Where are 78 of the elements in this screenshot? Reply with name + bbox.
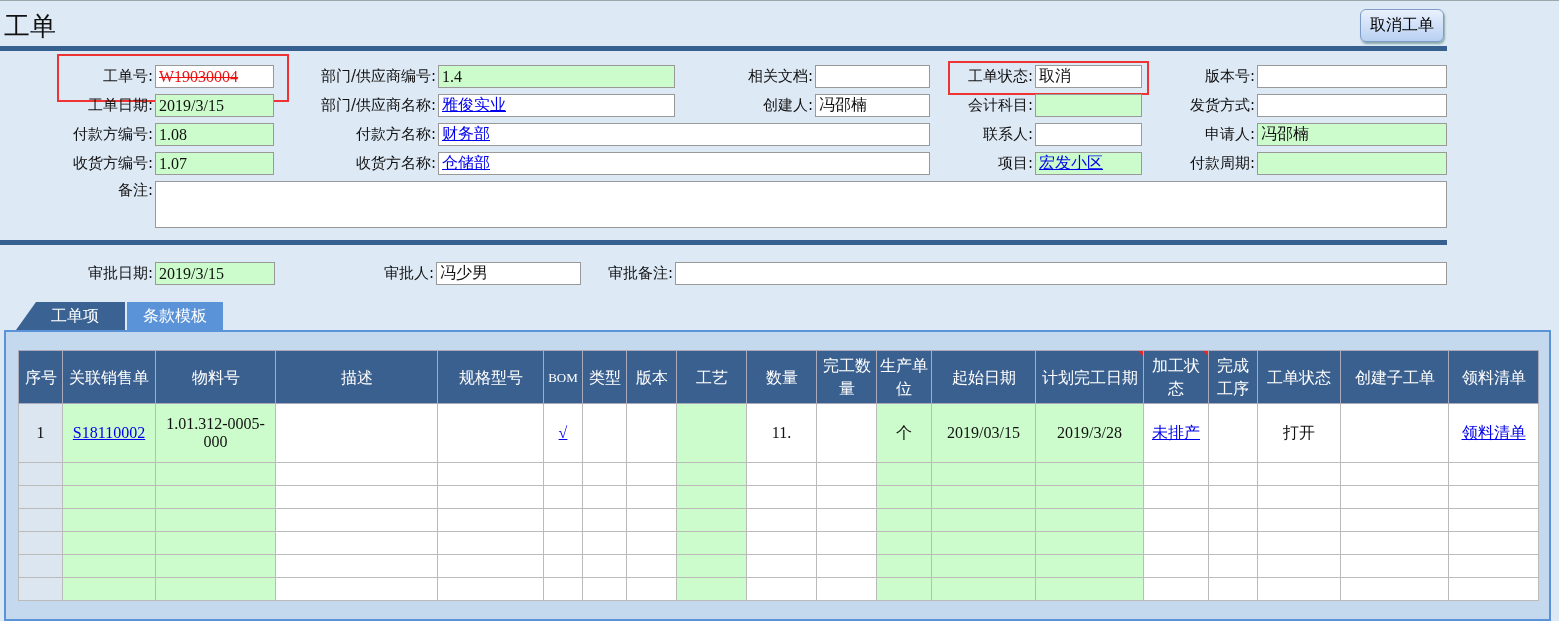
- link[interactable]: √: [558, 424, 568, 441]
- column-header: 完工数量: [816, 350, 877, 404]
- tab[interactable]: 工单项: [16, 302, 125, 330]
- field-label: 创建人:: [761, 96, 814, 115]
- column-header: 描述: [275, 350, 438, 404]
- column-header: 起始日期: [931, 350, 1036, 404]
- table-cell: 2019/3/28: [1035, 403, 1144, 463]
- column-header: 工单状态: [1257, 350, 1341, 404]
- field-label: 审批日期:: [86, 264, 154, 283]
- field-label: 审批人:: [382, 264, 435, 283]
- field-label: 申请人:: [1203, 125, 1256, 144]
- table-cell: 打开: [1257, 403, 1341, 463]
- field-label: 发货方式:: [1188, 96, 1256, 115]
- input-field[interactable]: 冯邵楠: [815, 94, 930, 117]
- table-cell: 1: [18, 403, 63, 463]
- column-header: 工艺: [676, 350, 747, 404]
- input-field[interactable]: 1.4: [438, 65, 675, 88]
- input-field[interactable]: 财务部: [438, 123, 930, 146]
- input-field[interactable]: W19030004: [155, 65, 274, 88]
- column-header: 序号: [18, 350, 63, 404]
- column-header: 关联销售单: [62, 350, 156, 404]
- field-label: 版本号:: [1203, 67, 1256, 86]
- input-field[interactable]: [1257, 65, 1447, 88]
- column-header: 计划完工日期: [1035, 350, 1144, 404]
- input-field[interactable]: 1.07: [155, 152, 274, 175]
- remarks-field[interactable]: [155, 181, 1447, 228]
- field-label: 收货方名称:: [354, 154, 437, 173]
- field-label: 付款周期:: [1188, 154, 1256, 173]
- input-field[interactable]: 雅俊实业: [438, 94, 675, 117]
- field-label: 部门/供应商编号:: [319, 67, 437, 86]
- column-header: 版本: [626, 350, 677, 404]
- link[interactable]: 财务部: [442, 124, 490, 145]
- input-field[interactable]: [675, 262, 1447, 285]
- field-label: 联系人:: [981, 125, 1034, 144]
- link[interactable]: 仓储部: [442, 153, 490, 174]
- table-cell: 2019/03/15: [931, 403, 1036, 463]
- column-header: 完成工序: [1208, 350, 1258, 404]
- column-header: 物料号: [155, 350, 276, 404]
- column-header: 类型: [582, 350, 627, 404]
- input-field[interactable]: 取消: [1035, 65, 1142, 88]
- field-label: 审批备注:: [606, 264, 674, 283]
- field-label: 相关文档:: [746, 67, 814, 86]
- table-cell: 个: [876, 403, 932, 463]
- input-field[interactable]: 2019/3/15: [155, 262, 275, 285]
- input-field[interactable]: [815, 65, 930, 88]
- column-header: 生产单位: [876, 350, 932, 404]
- field-label: 部门/供应商名称:: [319, 96, 437, 115]
- input-field[interactable]: [1035, 123, 1142, 146]
- page-title: 工单: [3, 9, 56, 43]
- column-header: BOM: [543, 350, 583, 404]
- input-field[interactable]: 冯邵楠: [1257, 123, 1447, 146]
- link[interactable]: 雅俊实业: [442, 95, 506, 116]
- input-field[interactable]: 宏发小区: [1035, 152, 1142, 175]
- cancel-button[interactable]: 取消工单: [1360, 8, 1444, 42]
- field-label: 备注:: [116, 181, 154, 201]
- field-label: 项目:: [996, 154, 1034, 173]
- field-label: 付款方名称:: [354, 125, 437, 144]
- column-header: 加工状态: [1143, 350, 1209, 404]
- field-label: 工单号:: [101, 67, 154, 86]
- field-label: 付款方编号:: [71, 125, 154, 144]
- field-label: 工单状态:: [966, 67, 1034, 86]
- input-field[interactable]: [1035, 94, 1142, 117]
- input-field[interactable]: 仓储部: [438, 152, 930, 175]
- field-label: 会计科目:: [966, 96, 1034, 115]
- link[interactable]: 宏发小区: [1039, 153, 1103, 174]
- field-label: 工单日期:: [86, 96, 154, 115]
- field-label: 收货方编号:: [71, 154, 154, 173]
- column-header: 创建子工单: [1340, 350, 1449, 404]
- input-field[interactable]: 1.08: [155, 123, 274, 146]
- table-cell: 11.: [746, 403, 817, 463]
- input-field[interactable]: 2019/3/15: [155, 94, 274, 117]
- input-field[interactable]: [1257, 94, 1447, 117]
- table-cell: 1.01.312-0005-000: [155, 403, 276, 463]
- column-header: 数量: [746, 350, 817, 404]
- column-header: 规格型号: [437, 350, 544, 404]
- input-field[interactable]: [1257, 152, 1447, 175]
- input-field[interactable]: 冯少男: [436, 262, 581, 285]
- column-header: 领料清单: [1448, 350, 1539, 404]
